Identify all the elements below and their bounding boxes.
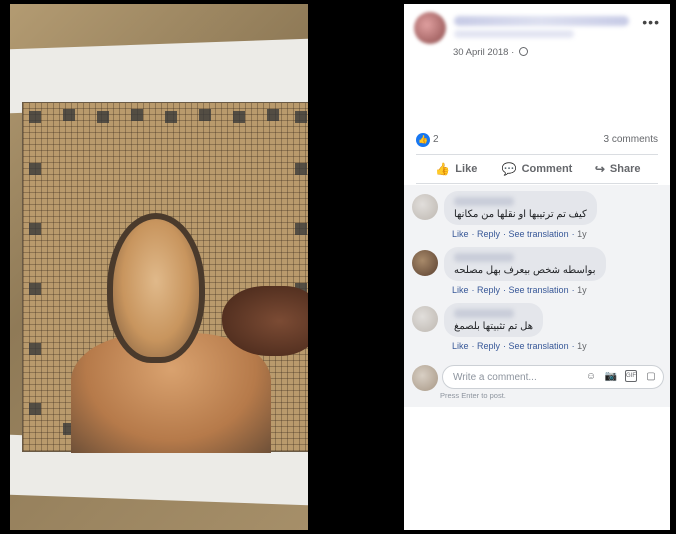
comment-time[interactable]: 1y: [577, 285, 587, 295]
sticker-icon[interactable]: ▢: [645, 370, 657, 382]
see-translation-link[interactable]: See translation: [509, 229, 569, 239]
comment-time[interactable]: 1y: [577, 229, 587, 239]
commenter-avatar[interactable]: [412, 194, 438, 220]
comment-item: بواسطه شخص بيعرف بهل مصلحه Like · Reply · …: [412, 245, 662, 295]
see-translation-link[interactable]: See translation: [509, 285, 569, 295]
comment-placeholder: Write a comment...: [453, 372, 537, 383]
comment-reply-link[interactable]: Reply: [477, 285, 500, 295]
like-count[interactable]: 2: [433, 134, 439, 145]
share-icon: ↪: [594, 162, 605, 176]
comment-input[interactable]: Write a comment... ☺ 📷 GIF ▢: [442, 365, 664, 389]
post-panel: 30 April 2018 · ••• 👍 2 3 comments 👍 Lik…: [404, 4, 670, 530]
commenter-avatar[interactable]: [412, 306, 438, 332]
camera-icon[interactable]: 📷: [605, 370, 617, 382]
share-label: Share: [609, 163, 641, 175]
more-options-icon[interactable]: •••: [642, 14, 660, 30]
press-enter-hint: Press Enter to post.: [440, 391, 506, 400]
comment-reply-link[interactable]: Reply: [477, 341, 500, 351]
comment-icon: 💬: [501, 162, 517, 176]
like-label: Like: [455, 163, 478, 175]
post-date[interactable]: 30 April 2018 ·: [453, 47, 514, 58]
commenter-name-blurred[interactable]: [454, 253, 514, 262]
reactions-bar: 👍 2 3 comments: [404, 132, 670, 152]
comment-bubble: بواسطه شخص بيعرف بهل مصلحه: [444, 247, 606, 281]
commenter-name-blurred[interactable]: [454, 309, 514, 318]
comment-text: كيف تم ترتيبها او نقلها من مكانها: [454, 209, 587, 220]
comment-bubble: هل تم تثبيتها بلصمغ: [444, 303, 543, 337]
comment-like-link[interactable]: Like: [452, 341, 469, 351]
emoji-icon[interactable]: ☺: [585, 370, 597, 382]
comment-time[interactable]: 1y: [577, 341, 587, 351]
gif-icon[interactable]: GIF: [625, 370, 637, 382]
post-header: 30 April 2018 · •••: [404, 4, 670, 124]
comment-item: هل تم تثبيتها بلصمغ Like · Reply · See tra…: [412, 301, 662, 351]
mosaic-artwork: [22, 102, 308, 453]
comment-text: بواسطه شخص بيعرف بهل مصلحه: [454, 265, 596, 276]
composer-icons: ☺ 📷 GIF ▢: [585, 370, 657, 382]
comment-bubble: كيف تم ترتيبها او نقلها من مكانها: [444, 191, 597, 225]
author-name-blurred[interactable]: [454, 16, 629, 26]
comment-text: هل تم تثبيتها بلصمغ: [454, 321, 533, 332]
current-user-avatar: [412, 365, 438, 391]
comment-like-link[interactable]: Like: [452, 285, 469, 295]
post-photo[interactable]: [10, 4, 308, 530]
commenter-name-blurred[interactable]: [454, 197, 514, 206]
globe-icon: [519, 47, 528, 56]
mosaic-figure-face: [107, 213, 205, 363]
see-translation-link[interactable]: See translation: [509, 341, 569, 351]
comment-actions: Like · Reply · See translation · 1y: [452, 229, 587, 239]
like-button[interactable]: 👍 Like: [416, 155, 497, 183]
comment-actions: Like · Reply · See translation · 1y: [452, 285, 587, 295]
comments-section: كيف تم ترتيبها او نقلها من مكانها Like · …: [404, 185, 670, 407]
like-reaction-icon[interactable]: 👍: [416, 133, 430, 147]
author-subline-blurred: [454, 30, 574, 38]
comment-label: Comment: [521, 163, 573, 175]
hand: [222, 286, 308, 356]
commenter-avatar[interactable]: [412, 250, 438, 276]
comment-like-link[interactable]: Like: [452, 229, 469, 239]
comment-actions: Like · Reply · See translation · 1y: [452, 341, 587, 351]
like-icon: 👍: [435, 162, 451, 176]
author-avatar[interactable]: [414, 12, 446, 44]
comment-button[interactable]: 💬 Comment: [497, 155, 578, 183]
share-button[interactable]: ↪ Share: [577, 155, 658, 183]
comment-count[interactable]: 3 comments: [604, 134, 658, 145]
comment-item: كيف تم ترتيبها او نقلها من مكانها Like · …: [412, 189, 662, 239]
post-actions: 👍 Like 💬 Comment ↪ Share: [416, 154, 658, 184]
comment-reply-link[interactable]: Reply: [477, 229, 500, 239]
